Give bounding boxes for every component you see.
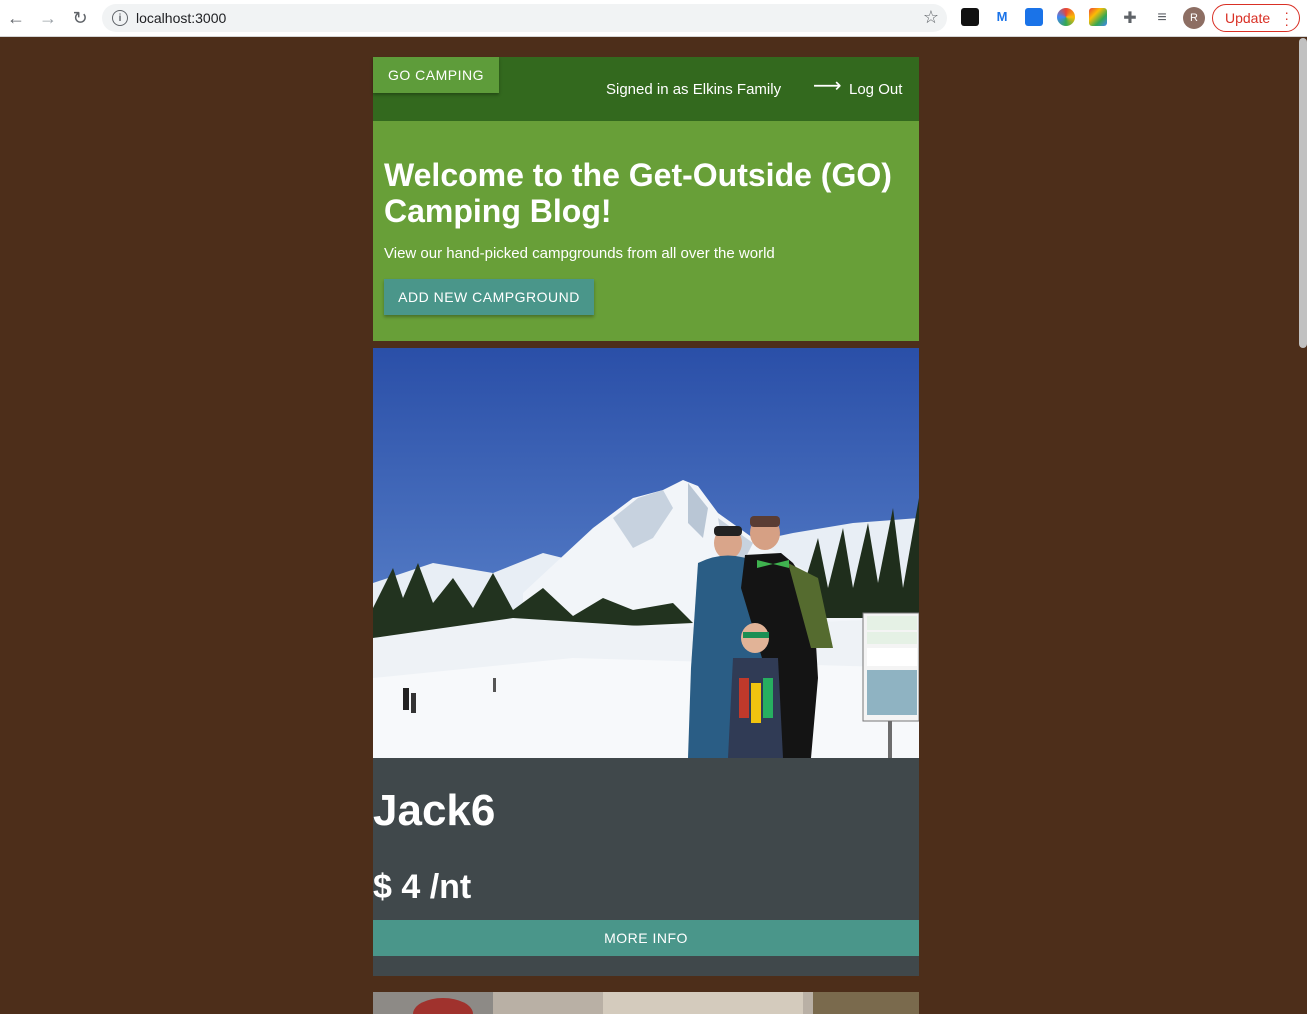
logout-link[interactable]: Log Out xyxy=(849,81,902,98)
browser-toolbar: ← → ↻ i localhost:3000 ☆ M ✚ ≡ R Update … xyxy=(0,0,1307,37)
hero-subtitle: View our hand-picked campgrounds from al… xyxy=(384,245,775,262)
s-extension-icon[interactable] xyxy=(1025,8,1043,26)
update-label: Update xyxy=(1225,10,1271,26)
next-campground-photo xyxy=(373,992,919,1014)
more-info-button[interactable]: MORE INFO xyxy=(373,920,919,956)
profile-avatar[interactable]: R xyxy=(1183,7,1205,29)
menu-dots-icon: · · · xyxy=(1284,4,1289,32)
forward-icon[interactable]: → xyxy=(36,6,60,30)
navbar: GO CAMPING Signed in as Elkins Family ⟶ … xyxy=(373,57,919,121)
campground-photo xyxy=(373,348,919,758)
brand-button[interactable]: GO CAMPING xyxy=(373,57,499,93)
bookmark-star-icon[interactable]: ☆ xyxy=(923,7,939,28)
reading-list-icon[interactable]: ≡ xyxy=(1150,6,1174,30)
campground-name: Jack6 xyxy=(373,786,496,835)
address-bar[interactable]: i localhost:3000 ☆ xyxy=(102,4,947,32)
scrollbar-thumb[interactable] xyxy=(1299,38,1307,348)
add-campground-button[interactable]: ADD NEW CAMPGROUND xyxy=(384,279,594,315)
update-button[interactable]: Update · · · xyxy=(1212,4,1300,32)
color-extension-icon[interactable] xyxy=(1057,8,1075,26)
extensions-puzzle-icon[interactable]: ✚ xyxy=(1118,6,1142,30)
logout-arrow-icon[interactable]: ⟶ xyxy=(813,73,842,98)
page-title: Welcome to the Get-Outside (GO) Camping … xyxy=(384,157,892,229)
info-icon[interactable]: i xyxy=(112,10,128,26)
signed-in-text: Signed in as Elkins Family xyxy=(606,81,782,98)
hero-jumbotron: Welcome to the Get-Outside (GO) Camping … xyxy=(373,121,919,341)
terminal-extension-icon[interactable] xyxy=(961,8,979,26)
m-extension-icon[interactable]: M xyxy=(993,8,1011,26)
url-text[interactable]: localhost:3000 xyxy=(136,10,226,26)
campground-price: $ 4 /nt xyxy=(373,868,472,906)
multicolor-extension-icon[interactable] xyxy=(1089,8,1107,26)
back-icon[interactable]: ← xyxy=(4,6,28,30)
reload-icon[interactable]: ↻ xyxy=(68,6,92,30)
campground-card: Jack6 $ 4 /nt MORE INFO xyxy=(373,348,919,976)
